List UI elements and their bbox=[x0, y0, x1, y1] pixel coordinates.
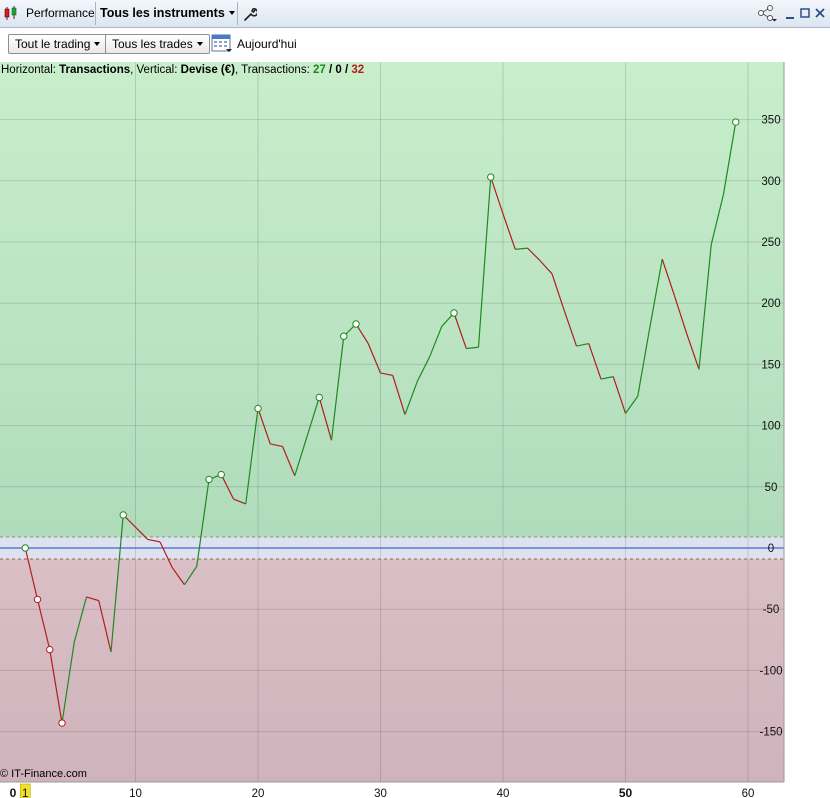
vertical-value: Devise (€) bbox=[180, 64, 235, 76]
peak-marker bbox=[732, 118, 740, 126]
tab-performance[interactable]: Performance bbox=[26, 0, 95, 27]
peak-marker bbox=[487, 173, 495, 181]
peak-marker bbox=[254, 404, 262, 413]
y-tick-label: 300 bbox=[761, 176, 780, 188]
horizontal-prefix: Horizontal: bbox=[1, 64, 56, 76]
y-tick-label: 350 bbox=[761, 115, 780, 127]
y-tick-label: 150 bbox=[761, 359, 780, 371]
title-separator bbox=[95, 2, 96, 25]
winners-count: 27 bbox=[312, 64, 326, 76]
share-icon[interactable] bbox=[757, 0, 777, 27]
chevron-down-icon bbox=[196, 42, 203, 46]
title-separator bbox=[237, 2, 238, 25]
instruments-dropdown[interactable]: Tous les instruments bbox=[100, 0, 235, 27]
vertical-prefix: , Vertical: bbox=[130, 64, 178, 76]
losers-count: 32 bbox=[351, 64, 365, 76]
title-bar: Performance Tous les instruments bbox=[0, 0, 830, 28]
peak-marker bbox=[21, 544, 29, 552]
date-range-label[interactable]: Aujourd'hui bbox=[237, 37, 297, 51]
peak-marker bbox=[217, 470, 225, 479]
calendar-icon[interactable] bbox=[211, 33, 233, 56]
x-tick-label: 1 bbox=[22, 788, 28, 798]
trading-filter-label: Tout le trading bbox=[15, 37, 91, 51]
chevron-down-icon bbox=[228, 11, 235, 15]
x-axis-ticks: 0 1 10 20 30 40 50 60 bbox=[10, 783, 755, 798]
minimize-icon[interactable] bbox=[784, 0, 796, 27]
y-tick-label: -150 bbox=[759, 727, 782, 739]
peak-marker bbox=[315, 393, 323, 402]
y-tick-label: 0 bbox=[768, 543, 774, 555]
x-tick-label: 0 bbox=[10, 786, 17, 798]
performance-chart-icon bbox=[3, 0, 19, 27]
y-tick-label: -50 bbox=[763, 604, 780, 616]
close-icon[interactable] bbox=[814, 0, 826, 27]
y-tick-label: 100 bbox=[761, 421, 780, 433]
positive-zone bbox=[0, 62, 784, 537]
filter-toolbar: Tout le trading Tous les trades Aujourd'… bbox=[0, 28, 830, 62]
y-tick-label: 50 bbox=[765, 482, 778, 494]
horizontal-value: Transactions bbox=[59, 64, 131, 76]
peak-marker bbox=[352, 320, 360, 328]
x-tick-label: 30 bbox=[374, 788, 387, 798]
peak-marker bbox=[119, 511, 127, 519]
x-tick-label: 40 bbox=[497, 788, 510, 798]
x-tick-label: 60 bbox=[742, 788, 755, 798]
peak-marker bbox=[340, 332, 348, 340]
y-tick-label: 250 bbox=[761, 237, 780, 249]
equity-curve-chart[interactable]: 350300250200150100500-50-100-150 0 1 10 20 3… bbox=[0, 62, 830, 798]
chart-info: Horizontal: Transactions, Vertical: Devi… bbox=[1, 63, 364, 77]
y-tick-label: 200 bbox=[761, 298, 780, 310]
wrench-icon[interactable] bbox=[243, 0, 259, 27]
instruments-label: Tous les instruments bbox=[100, 6, 225, 20]
peak-marker bbox=[450, 309, 458, 317]
trading-filter-dropdown[interactable]: Tout le trading bbox=[8, 34, 108, 54]
trades-filter-label: Tous les trades bbox=[112, 37, 193, 51]
peak-marker bbox=[205, 475, 213, 484]
count-separator: / bbox=[341, 64, 352, 76]
x-tick-label: 10 bbox=[129, 788, 142, 798]
transactions-prefix: , Transactions: bbox=[234, 64, 310, 76]
count-separator: / bbox=[325, 64, 336, 76]
y-tick-label: -100 bbox=[759, 665, 782, 677]
trough-marker bbox=[46, 645, 54, 654]
maximize-icon[interactable] bbox=[799, 0, 811, 27]
trough-marker bbox=[58, 719, 66, 727]
x-tick-label: 20 bbox=[252, 788, 265, 798]
trough-marker bbox=[33, 595, 42, 604]
chevron-down-icon bbox=[94, 42, 101, 46]
copyright-label: © IT-Finance.com bbox=[0, 768, 87, 780]
trades-filter-dropdown[interactable]: Tous les trades bbox=[105, 34, 210, 54]
x-tick-label: 50 bbox=[619, 786, 633, 798]
